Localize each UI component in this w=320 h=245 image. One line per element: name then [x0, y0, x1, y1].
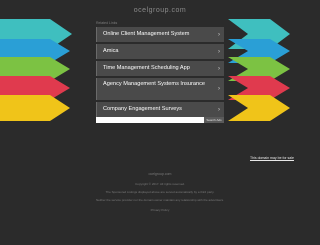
privacy-policy-link[interactable]: Privacy Policy — [0, 208, 320, 212]
search-input[interactable] — [96, 117, 204, 123]
chevron-right-icon: › — [218, 31, 220, 38]
search-ads-button[interactable]: Search Ads — [204, 117, 224, 123]
left-arrows — [0, 19, 72, 121]
related-links-list: Online Client Management System › Amica … — [96, 27, 224, 119]
link-label: Company Engagement Surveys — [103, 106, 182, 112]
link-label: Agency Management Systems Insurance — [103, 81, 205, 87]
domain-for-sale-link[interactable]: This domain may be for sale — [250, 156, 294, 160]
link-amica[interactable]: Amica › — [96, 44, 224, 59]
arrow-right-yellow — [228, 95, 290, 121]
chevron-right-icon: › — [218, 48, 220, 55]
footer-domain: ocelgroup.com — [148, 172, 172, 176]
chevron-right-icon: › — [218, 106, 220, 113]
chevron-right-icon: › — [218, 86, 220, 92]
right-arrows — [228, 19, 290, 121]
footer-disclaimer-1: The Sponsored Listings displayed above a… — [105, 190, 215, 194]
link-time-management-scheduling-app[interactable]: Time Management Scheduling App › — [96, 61, 224, 76]
footer-disclaimer-2: Neither the service provider nor the dom… — [95, 198, 225, 202]
arrow-left-yellow — [0, 95, 70, 121]
link-label: Time Management Scheduling App — [103, 65, 190, 71]
link-company-engagement-surveys[interactable]: Company Engagement Surveys › — [96, 102, 224, 117]
footer-copyright: Copyright © 2017. All rights reserved. — [135, 182, 185, 186]
link-label: Amica — [103, 48, 119, 54]
link-label: Online Client Management System — [103, 31, 190, 37]
search-bar: Search Ads — [96, 117, 224, 123]
chevron-right-icon: › — [218, 65, 220, 72]
link-online-client-management-system[interactable]: Online Client Management System › — [96, 27, 224, 42]
link-agency-management-systems-insurance[interactable]: Agency Management Systems Insurance › — [96, 78, 224, 100]
related-links-label: Related Links — [96, 21, 118, 25]
